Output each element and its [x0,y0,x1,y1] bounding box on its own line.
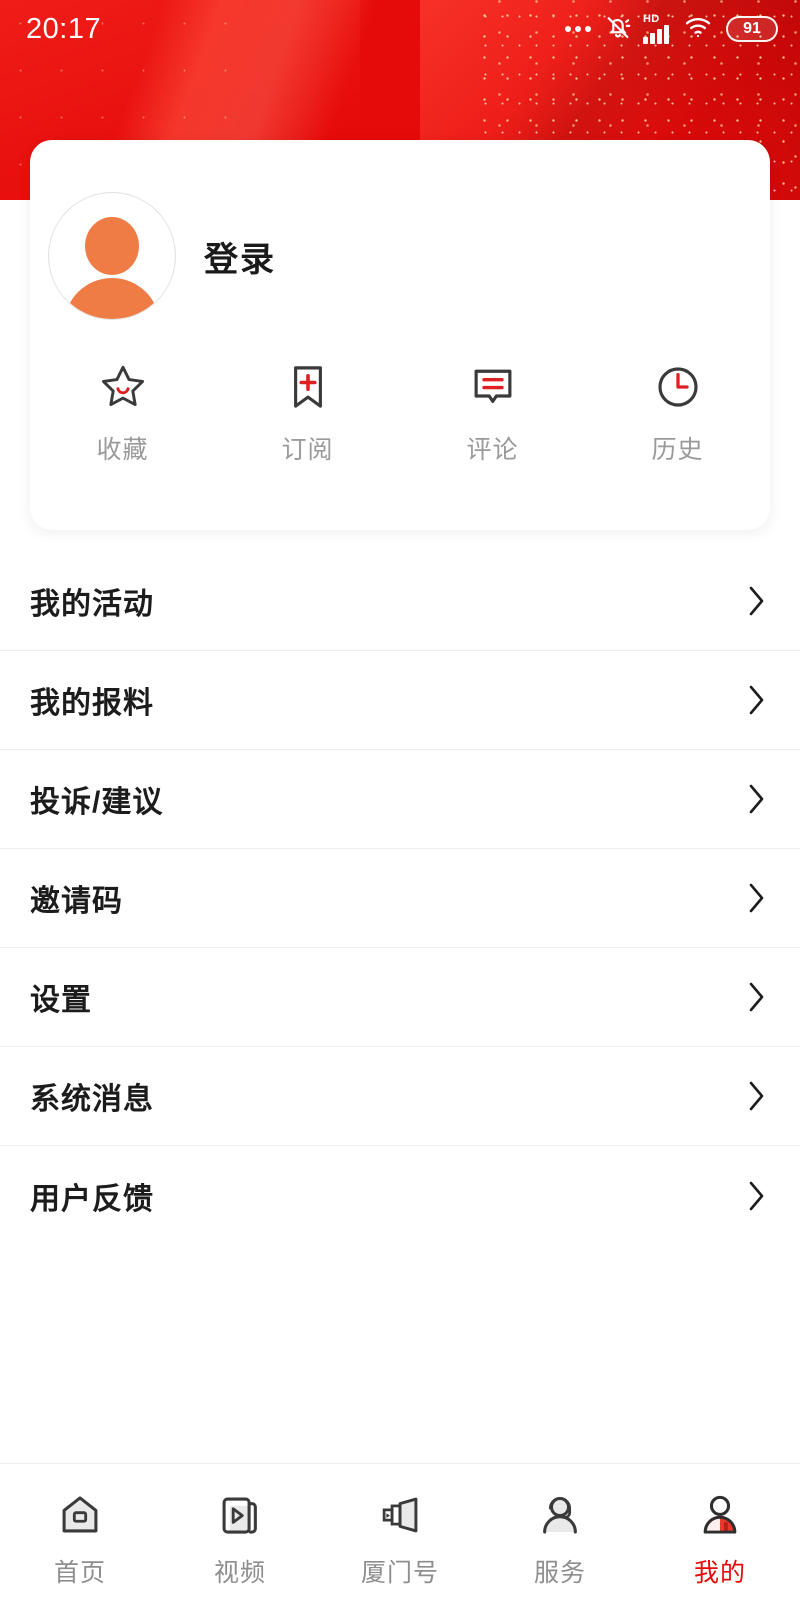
nav-tab-label: 我的 [693,1559,746,1587]
quick-actions-row: 收藏 订阅 评论 历史 [30,358,770,466]
menu-item-label: 用户反馈 [30,1182,154,1216]
login-row[interactable]: 登录 [30,140,770,320]
status-bar: 20:17 HD 91 [0,0,800,58]
menu-item-label: 设置 [30,984,92,1017]
home-icon [55,1486,105,1544]
quick-action-label: 评论 [466,436,519,464]
video-icon [215,1486,265,1544]
avatar-head [85,217,139,275]
service-headset-icon [535,1486,585,1544]
menu-item-settings[interactable]: 设置 [0,948,800,1047]
chevron-right-icon [746,880,768,916]
quick-action-label: 历史 [651,436,704,464]
status-icons: HD 91 [565,13,778,46]
menu-item-label: 我的报料 [30,687,154,720]
login-label[interactable]: 登录 [204,232,276,281]
menu-item-complaints-suggestions[interactable]: 投诉/建议 [0,750,800,849]
status-time: 20:17 [26,12,102,45]
chevron-right-icon [746,1178,768,1214]
nav-tab-profile[interactable]: 我的 [640,1486,800,1589]
nav-tab-xiamen-channel[interactable]: 厦门号 [320,1486,480,1589]
profile-person-icon [695,1486,745,1544]
hd-label: HD [643,13,660,25]
star-icon [96,358,150,416]
nav-tab-video[interactable]: 视频 [160,1486,320,1589]
quick-action-comments[interactable]: 评论 [400,358,585,466]
settings-menu-list: 我的活动 我的报料 投诉/建议 邀请码 设置 系统消息 用户反馈 [0,552,800,1245]
clock-icon [651,358,705,416]
quick-action-label: 订阅 [281,436,334,464]
menu-item-label: 邀请码 [30,885,123,918]
bell-muted-icon [604,13,632,46]
menu-item-system-messages[interactable]: 系统消息 [0,1047,800,1146]
bookmark-plus-icon [281,358,335,416]
wifi-icon [684,15,715,44]
chevron-right-icon [746,979,768,1015]
menu-item-my-reports[interactable]: 我的报料 [0,651,800,750]
more-dots-icon [565,26,591,32]
menu-item-user-feedback[interactable]: 用户反馈 [0,1146,800,1245]
nav-tab-label: 首页 [53,1559,106,1587]
nav-tab-label: 厦门号 [360,1559,439,1587]
menu-item-label: 投诉/建议 [30,786,164,819]
comment-icon [466,358,520,416]
nav-tab-home[interactable]: 首页 [0,1486,160,1589]
battery-indicator: 91 [726,16,778,42]
chevron-right-icon [746,1078,768,1114]
nav-tab-label: 视频 [213,1559,266,1587]
quick-action-history[interactable]: 历史 [585,358,770,466]
channel-cards-icon [375,1486,425,1544]
menu-item-invite-code[interactable]: 邀请码 [0,849,800,948]
menu-item-my-activity[interactable]: 我的活动 [0,552,800,651]
chevron-right-icon [746,781,768,817]
cellular-signal-icon: HD [643,14,673,44]
menu-item-label: 系统消息 [30,1083,154,1116]
profile-card: 登录 收藏 订阅 评论 历史 [30,140,770,530]
quick-action-favorites[interactable]: 收藏 [30,358,215,466]
quick-action-subscriptions[interactable]: 订阅 [215,358,400,466]
bottom-navigation-bar: 首页 视频 厦门号 服务 我的 [0,1463,800,1600]
avatar-body [64,278,160,319]
chevron-right-icon [746,583,768,619]
nav-tab-label: 服务 [533,1559,586,1587]
nav-tab-service[interactable]: 服务 [480,1486,640,1589]
chevron-right-icon [746,682,768,718]
default-avatar-icon[interactable] [48,192,176,320]
menu-item-label: 我的活动 [30,588,154,621]
quick-action-label: 收藏 [96,436,149,464]
